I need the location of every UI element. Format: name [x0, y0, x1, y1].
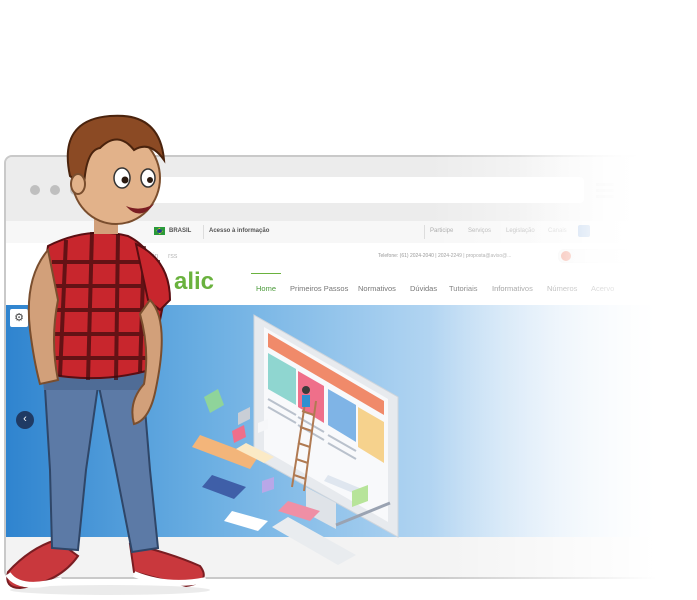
- mascot-character: [5, 114, 207, 590]
